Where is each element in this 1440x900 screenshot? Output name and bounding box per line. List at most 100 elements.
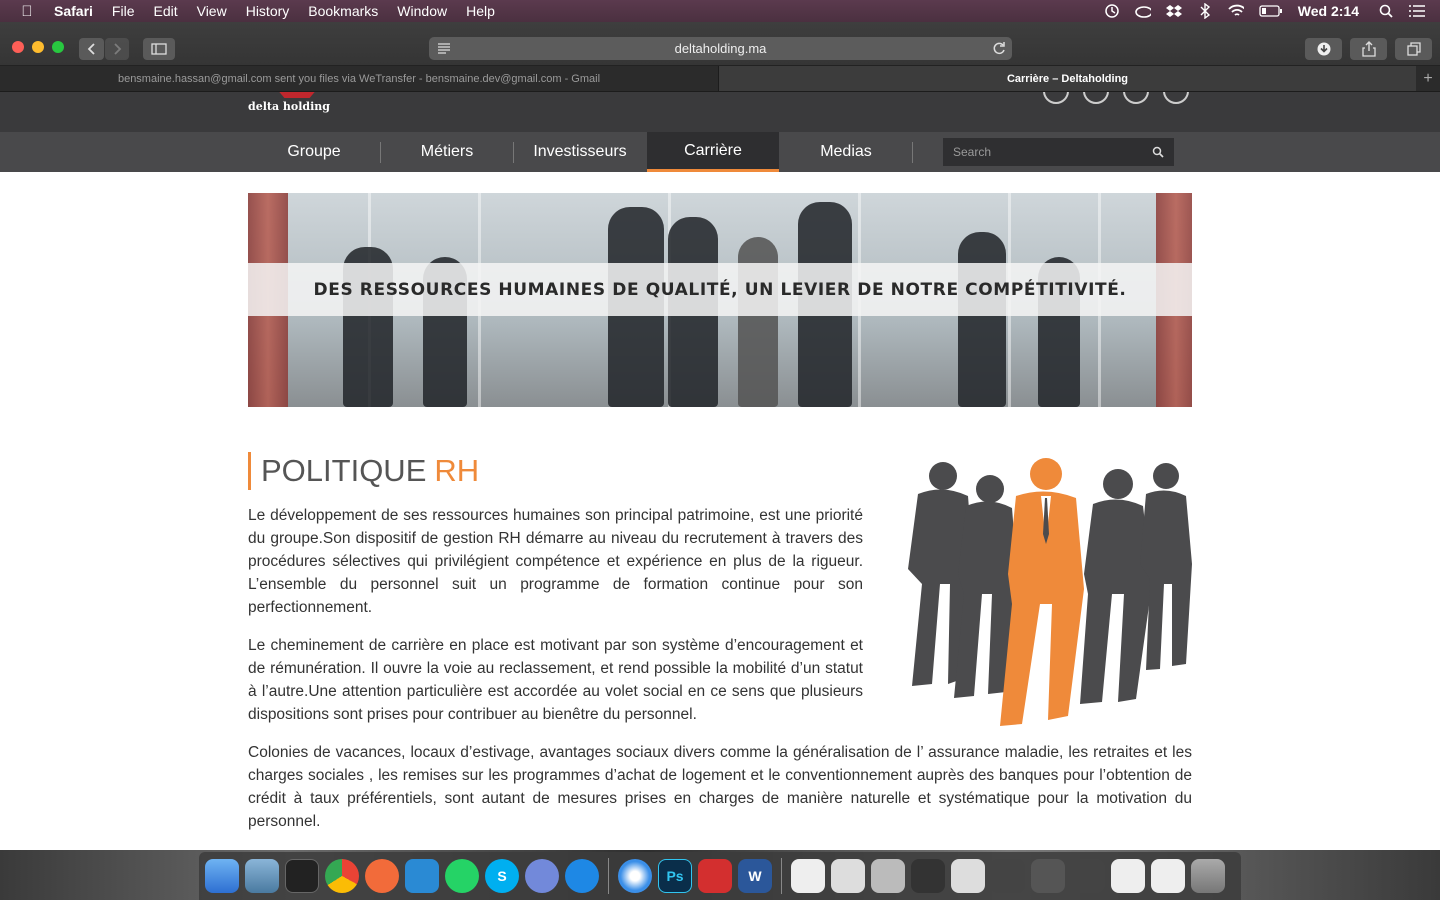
menu-bookmarks[interactable]: Bookmarks: [308, 3, 378, 19]
address-bar[interactable]: deltaholding.ma: [429, 37, 1012, 60]
minimize-window-button[interactable]: [32, 41, 44, 53]
menu-edit[interactable]: Edit: [153, 3, 177, 19]
chevron-right-icon: [114, 43, 122, 55]
tab-overview-button[interactable]: [1395, 38, 1432, 60]
finder-icon[interactable]: [205, 859, 239, 893]
nav-groupe[interactable]: Groupe: [248, 132, 380, 172]
reload-icon[interactable]: [992, 41, 1006, 55]
chrome-icon[interactable]: [325, 859, 359, 893]
title-main: POLITIQUE: [261, 453, 427, 488]
acrobat-icon[interactable]: [698, 859, 732, 893]
social-icon[interactable]: [1123, 92, 1149, 104]
document-icon[interactable]: [791, 859, 825, 893]
swift-icon[interactable]: [365, 859, 399, 893]
nav-investisseurs[interactable]: Investisseurs: [514, 132, 646, 172]
terminal-icon[interactable]: [285, 859, 319, 893]
site-search-input[interactable]: [943, 138, 1174, 166]
safari-icon[interactable]: [618, 859, 652, 893]
nav-medias[interactable]: Medias: [780, 132, 912, 172]
photoshop-icon[interactable]: Ps: [658, 859, 692, 893]
menu-help[interactable]: Help: [466, 3, 495, 19]
word-icon[interactable]: W: [738, 859, 772, 893]
nav-metiers[interactable]: Métiers: [381, 132, 513, 172]
tab-carriere[interactable]: Carrière – Deltaholding: [719, 66, 1416, 91]
menu-file[interactable]: File: [112, 3, 135, 19]
vscode-icon[interactable]: [405, 859, 439, 893]
whatsapp-icon[interactable]: [445, 859, 479, 893]
paragraph-3: Colonies de vacances, locaux d’estivage,…: [248, 744, 1192, 830]
search-icon[interactable]: [1152, 146, 1164, 158]
menu-bar:  Safari File Edit View History Bookmark…: [0, 0, 1440, 22]
new-tab-button[interactable]: +: [1416, 66, 1440, 91]
share-button[interactable]: [1350, 38, 1387, 60]
dropbox-icon[interactable]: [1165, 4, 1182, 18]
dock-divider: [608, 858, 609, 894]
reader-icon[interactable]: [437, 42, 451, 54]
window-thumbnail-icon[interactable]: [1031, 859, 1065, 893]
site-header: delta holding: [0, 92, 1440, 132]
word-label: W: [748, 868, 762, 884]
sidebar-icon: [151, 43, 167, 55]
url-text: deltaholding.ma: [674, 41, 767, 56]
window-thumbnail-icon[interactable]: [1071, 859, 1105, 893]
menu-window[interactable]: Window: [397, 3, 447, 19]
window-thumbnail-icon[interactable]: [991, 859, 1025, 893]
site-logo[interactable]: delta holding: [248, 100, 330, 113]
menu-app-name[interactable]: Safari: [54, 3, 93, 19]
main-nav: Groupe Métiers Investisseurs Carrière Me…: [0, 132, 1440, 172]
banner-strip: DES RESSOURCES HUMAINES DE QUALITÉ, UN L…: [248, 263, 1192, 316]
menu-clock[interactable]: Wed 2:14: [1298, 3, 1359, 19]
bluetooth-icon[interactable]: [1197, 3, 1213, 19]
discord-icon[interactable]: [525, 859, 559, 893]
spotlight-search-icon[interactable]: [1378, 4, 1394, 18]
back-button[interactable]: [79, 38, 104, 60]
banner-person: [958, 232, 1006, 407]
notification-center-icon[interactable]: [1409, 4, 1425, 18]
title-accent: RH: [434, 453, 480, 488]
sidebar-toggle-button[interactable]: [143, 38, 175, 60]
close-window-button[interactable]: [12, 41, 24, 53]
trash-icon[interactable]: [1191, 859, 1225, 893]
window-thumbnail-icon[interactable]: [951, 859, 985, 893]
team-illustration: [908, 458, 1192, 726]
nav-divider: [912, 142, 913, 163]
maps-icon[interactable]: [565, 859, 599, 893]
paragraph-1: Le développement de ses ressources humai…: [248, 507, 863, 616]
photoshop-label: Ps: [666, 868, 684, 884]
social-icon[interactable]: [1043, 92, 1069, 104]
forward-button[interactable]: [105, 38, 129, 60]
social-icon[interactable]: [1163, 92, 1189, 104]
battery-icon[interactable]: [1259, 4, 1283, 18]
skype-icon[interactable]: S: [485, 859, 519, 893]
share-icon: [1361, 41, 1376, 57]
window-thumbnail-icon[interactable]: [911, 859, 945, 893]
tab-gmail[interactable]: bensmaine.hassan@gmail.com sent you file…: [0, 66, 719, 91]
browser-toolbar: deltaholding.ma: [0, 22, 1440, 66]
time-machine-icon[interactable]: [1104, 4, 1120, 18]
menu-view[interactable]: View: [197, 3, 227, 19]
web-page: delta holding Groupe Métiers Investisseu…: [0, 92, 1440, 850]
apple-menu-icon[interactable]: : [0, 3, 54, 20]
dock-divider: [781, 858, 782, 894]
nav-carriere[interactable]: Carrière: [647, 132, 779, 172]
chevron-left-icon: [87, 43, 95, 55]
download-icon: [1317, 42, 1330, 56]
social-icon[interactable]: [1083, 92, 1109, 104]
paragraph-2: Le cheminement de carrière en place est …: [248, 637, 863, 723]
logo-mark-icon: [276, 92, 318, 98]
window-thumbnail-icon[interactable]: [1151, 859, 1185, 893]
preview-icon[interactable]: [245, 859, 279, 893]
downloads-button[interactable]: [1305, 38, 1342, 60]
zoom-window-button[interactable]: [52, 41, 64, 53]
skype-label: S: [497, 868, 507, 884]
creative-cloud-icon[interactable]: [1134, 4, 1151, 18]
menu-history[interactable]: History: [246, 3, 290, 19]
page-title: POLITIQUE RH: [248, 452, 479, 490]
window-thumbnail-icon[interactable]: [1111, 859, 1145, 893]
wifi-icon[interactable]: [1228, 4, 1244, 18]
banner-tagline: DES RESSOURCES HUMAINES DE QUALITÉ, UN L…: [313, 279, 1127, 300]
tab-bar: bensmaine.hassan@gmail.com sent you file…: [0, 66, 1440, 92]
dock: S Ps W: [199, 852, 1241, 900]
window-thumbnail-icon[interactable]: [831, 859, 865, 893]
window-thumbnail-icon[interactable]: [871, 859, 905, 893]
